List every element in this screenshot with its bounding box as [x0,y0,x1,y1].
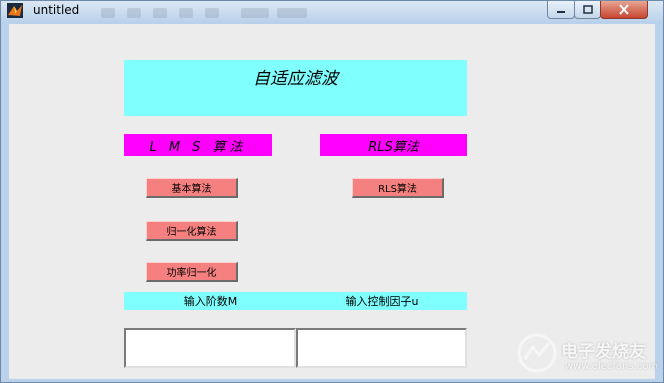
title-bar[interactable]: untitled [1,1,663,21]
minimize-button[interactable] [547,1,575,19]
rls-header: RLS算法 [320,134,467,156]
rls-algorithm-button[interactable]: RLS算法 [352,178,444,198]
figure-canvas: 自适应滤波 L M S 算法 RLS算法 基本算法 归一化算法 功率归一化 RL… [9,24,655,379]
watermark-text: 电子发烧友 [561,342,646,362]
app-heading: 自适应滤波 [253,69,338,89]
order-input[interactable] [124,328,296,368]
power-normalized-button[interactable]: 功率归一化 [146,262,238,282]
app-window: untitled 自适应滤波 L M S 算法 RLS算法 基本算法 归一化算法… [0,0,664,383]
factor-input[interactable] [296,328,467,368]
normalized-algorithm-button[interactable]: 归一化算法 [146,221,238,241]
maximize-button[interactable] [574,1,601,19]
matlab-logo-icon [7,3,23,18]
lms-header: L M S 算法 [124,134,272,156]
minimize-icon [557,10,565,13]
window-title: untitled [33,3,80,17]
factor-label: 输入控制因子u [297,292,467,310]
electronic-logo-icon [517,333,557,373]
order-label: 输入阶数M [124,292,297,310]
maximize-icon [582,5,593,14]
close-icon [619,4,629,15]
close-button[interactable] [600,1,648,19]
watermark: 电子发烧友 www.elecfans.com [515,331,659,379]
watermark-url: www.elecfans.com [565,361,659,372]
toolbar-ghost [101,8,311,20]
title-panel: 自适应滤波 [124,60,467,116]
basic-algorithm-button[interactable]: 基本算法 [146,178,238,198]
